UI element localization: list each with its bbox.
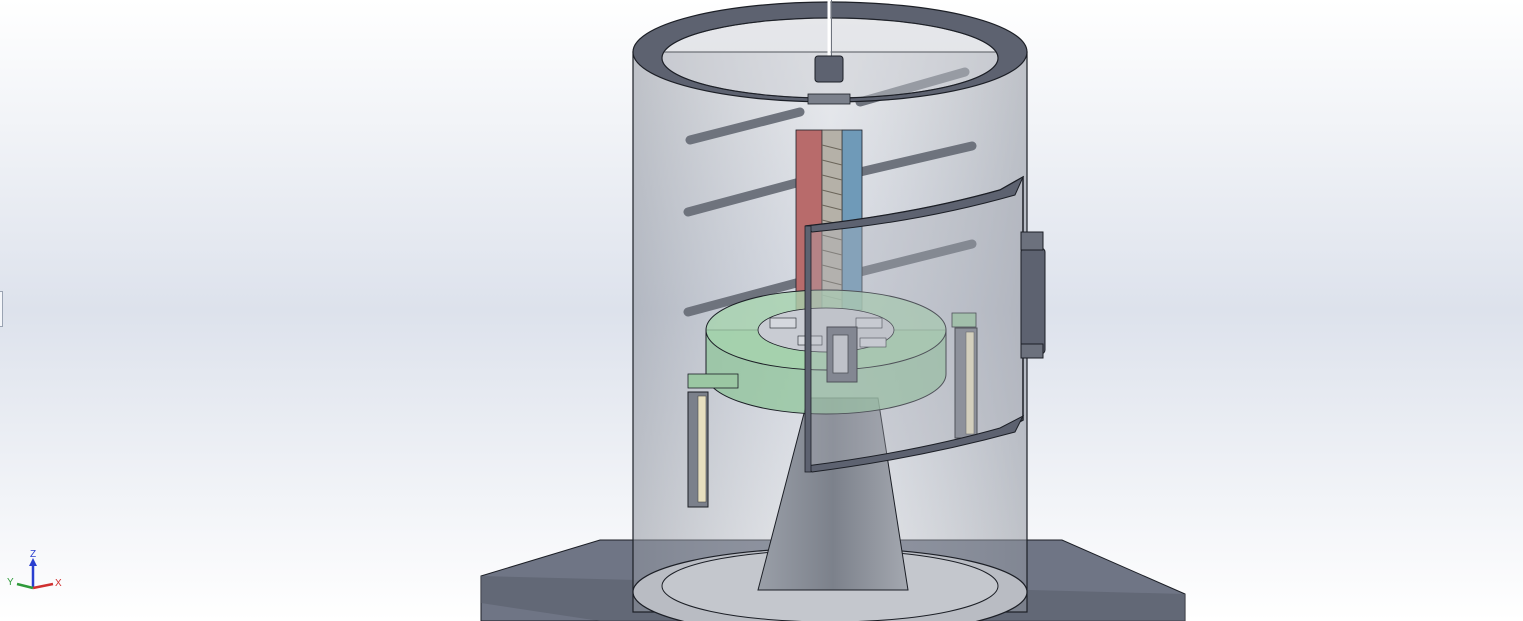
door-handle[interactable] bbox=[1020, 231, 1046, 359]
triad-y-label: Y bbox=[7, 577, 14, 588]
side-panel-collapse-tab[interactable] bbox=[0, 291, 3, 327]
top-mount bbox=[807, 93, 851, 105]
hub-block-1 bbox=[769, 317, 797, 329]
left-bar-cap bbox=[687, 373, 739, 389]
door-handle-bottom-lug bbox=[1020, 343, 1044, 359]
cad-graphics-viewport[interactable]: Z X Y bbox=[0, 0, 1523, 621]
triad-z-label: Z bbox=[30, 549, 36, 560]
triad-x-label: X bbox=[55, 578, 62, 589]
door-panel-left-edge bbox=[804, 225, 812, 473]
door-handle-top-lug bbox=[1020, 231, 1044, 251]
left-bar-strip bbox=[697, 395, 707, 503]
door-handle-bar bbox=[1020, 247, 1046, 355]
top-coupler bbox=[814, 55, 844, 83]
